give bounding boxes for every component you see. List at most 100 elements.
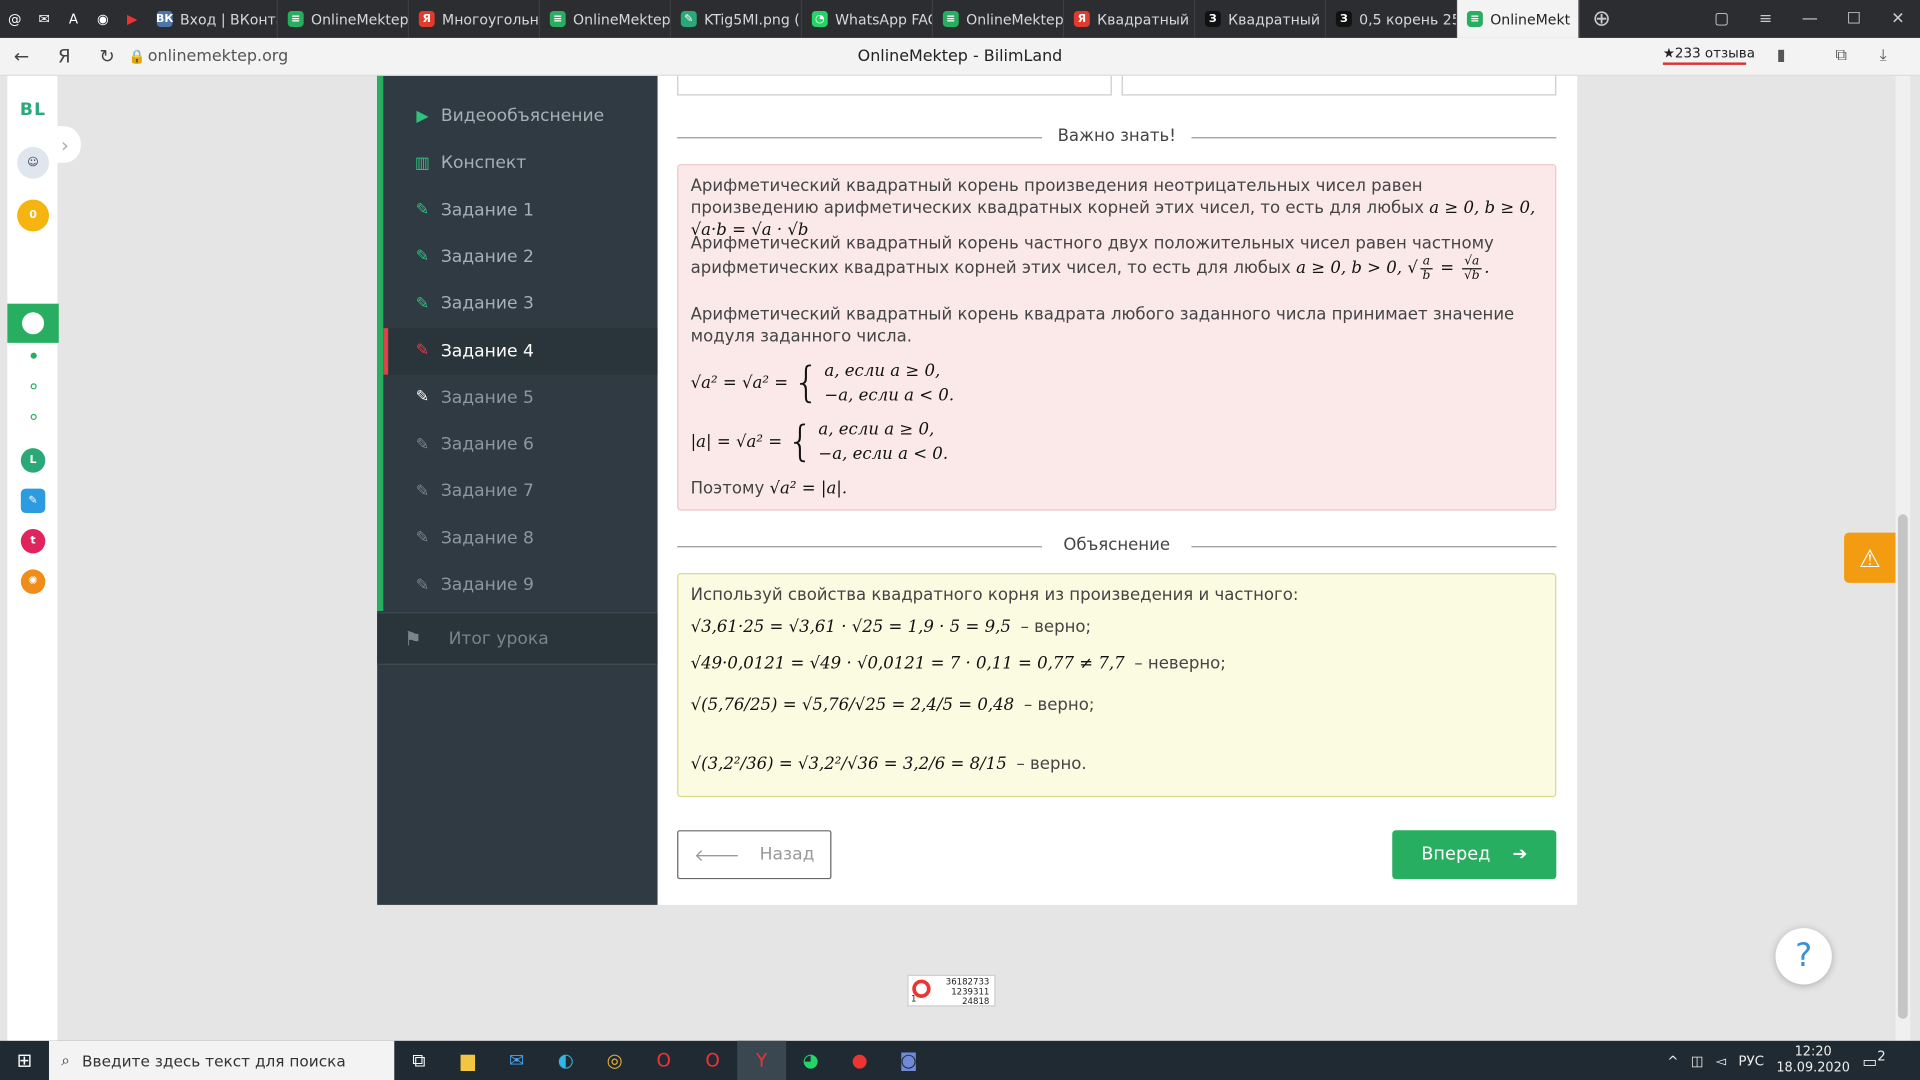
browser-tab[interactable]: ≡ OnlineMektep	[933, 0, 1065, 38]
whatsapp-icon[interactable]: ◕	[786, 1041, 835, 1080]
youtube-icon[interactable]: ▶	[118, 0, 147, 38]
browser-tab[interactable]: ✎ KTig5MI.png (	[671, 0, 803, 38]
page-scrollbar[interactable]	[1895, 75, 1911, 1041]
tab-label: Квадратный к	[1097, 10, 1196, 28]
sidebar-item-task-3[interactable]: ✎ Задание 3	[383, 281, 657, 328]
url-field[interactable]: onlinemektep.org	[148, 47, 288, 65]
chevron-up-icon[interactable]: ^	[1667, 1052, 1678, 1068]
yandex-browser-icon[interactable]: Y	[737, 1040, 787, 1080]
section-heading: Важно знать!	[1057, 126, 1176, 146]
browser-tab[interactable]: З 0,5 корень 25(	[1326, 0, 1458, 38]
answer-option-box[interactable]	[677, 75, 1112, 96]
sidebar-item-summary[interactable]: ▥ Конспект	[383, 140, 657, 187]
favicon-icon: ≡	[287, 11, 304, 27]
bookmark-icon[interactable]: ▮	[1777, 47, 1786, 65]
sidebar-item-task-8[interactable]: ✎ Задание 8	[383, 515, 657, 562]
recorder-icon[interactable]: ●	[835, 1041, 884, 1080]
opera-gx-icon[interactable]: O	[688, 1041, 737, 1080]
sidebar-item-task-1[interactable]: ✎ Задание 1	[383, 187, 657, 234]
explanation-verdict: – неверно;	[1134, 653, 1226, 674]
opera-app-icon[interactable]: O	[639, 1041, 688, 1080]
sidebar-item-task-7[interactable]: ✎ Задание 7	[383, 468, 657, 515]
next-button[interactable]: Вперед ➔	[1392, 830, 1557, 880]
sidebar-item-task-4[interactable]: ✎ Задание 4	[383, 327, 658, 375]
download-icon[interactable]: ⤓	[1880, 47, 1887, 65]
new-tab-icon[interactable]: ⊕	[1580, 0, 1624, 38]
arrow-right-icon: ➔	[1512, 844, 1528, 865]
help-icon[interactable]: ?	[1775, 928, 1832, 985]
minimize-icon[interactable]: —	[1788, 0, 1832, 38]
explanation-line: √(5,76/25) = √5,76/√25 = 2,4/5 = 0,48 – в…	[691, 694, 1543, 716]
twig-app-icon[interactable]: t	[7, 528, 58, 554]
left-rail: BL ☺ 0 L ✎ t ✺	[7, 75, 59, 1041]
opera-icon[interactable]: ◉	[88, 0, 117, 38]
sidebar-item-task-9[interactable]: ✎ Задание 9	[383, 562, 657, 609]
yandex-icon[interactable]: Я	[43, 45, 86, 67]
language-indicator[interactable]: РУС	[1738, 1052, 1764, 1068]
bookmarks-icon[interactable]: ▢	[1700, 0, 1744, 38]
tab-label: Квадратный к	[1228, 10, 1327, 28]
mail-app-icon[interactable]: ✉	[492, 1041, 541, 1080]
gmail-icon[interactable]: ✉	[29, 0, 58, 38]
rail-collapse-chevron-icon[interactable]: ›	[48, 126, 81, 163]
visit-counter[interactable]: 36182733 1239311 24818 1	[907, 974, 996, 1007]
edit-icon: ✎	[415, 576, 430, 595]
sidebar-item-task-5[interactable]: ✎ Задание 5	[383, 374, 657, 421]
browser-tab-active[interactable]: ≡ OnlineMekt ×	[1457, 0, 1580, 38]
maximize-icon[interactable]: ☐	[1832, 0, 1876, 38]
volume-icon[interactable]: ◅	[1716, 1052, 1726, 1068]
extensions-icon[interactable]: ⧉	[1836, 47, 1847, 65]
clock[interactable]: 12:20 18.09.2020	[1776, 1044, 1850, 1076]
sidebar-item-label: Задание 3	[440, 294, 534, 314]
windows-start-icon[interactable]: ⊞	[0, 1041, 49, 1080]
browser-tab[interactable]: Я Многоугольни	[409, 0, 541, 38]
task-view-icon[interactable]: ⧉	[394, 1041, 443, 1080]
bilimland-app-icon[interactable]: L	[7, 448, 58, 473]
browser-tab[interactable]: ВК Вход | ВКонта	[147, 0, 278, 38]
browser-tab[interactable]: ≡ OnlineMektep	[540, 0, 672, 38]
network-icon[interactable]: ◫	[1691, 1052, 1704, 1068]
tab-label: Вход | ВКонта	[180, 10, 278, 28]
favicon-icon: ✎	[680, 11, 697, 27]
chrome-icon[interactable]: ◎	[590, 1041, 639, 1080]
reviews-badge[interactable]: ★233 отзыва	[1662, 45, 1755, 65]
answer-option-box[interactable]	[1121, 75, 1557, 96]
coins-badge[interactable]: 0	[7, 199, 58, 232]
browser-tab[interactable]: Я Квадратный к	[1064, 0, 1196, 38]
app-icon-blue[interactable]: ✎	[7, 488, 58, 514]
sidebar-item-task-2[interactable]: ✎ Задание 2	[383, 234, 657, 281]
rail-active-app-icon[interactable]	[7, 303, 59, 343]
lesson-sidebar: ▶ Видеообъяснение ▥ Конспект ✎ Задание 1 ✎ Зада…	[377, 75, 658, 905]
edit-icon: ✎	[415, 388, 430, 407]
edge-icon[interactable]: ◐	[541, 1041, 590, 1080]
conclusion-text: Поэтому √a² = |a|.	[690, 478, 848, 499]
tab-label: KTig5MI.png (	[704, 10, 800, 28]
bilimland-logo[interactable]: BL	[7, 100, 58, 120]
report-problem-icon[interactable]: ⚠	[1844, 532, 1896, 583]
notifications-icon[interactable]: ▭2	[1862, 1049, 1885, 1073]
quotient-rule-formula: a ≥ 0, b > 0,	[1296, 258, 1403, 278]
close-window-icon[interactable]: ✕	[1876, 0, 1920, 38]
sidebar-item-lesson-summary[interactable]: ⚑ Итог урока	[377, 612, 658, 665]
back-arrow-icon[interactable]: ←	[0, 45, 43, 67]
explanation-line: √49·0,0121 = √49 · √0,0121 = 7 · 0,11 = …	[691, 653, 1543, 675]
mail-icon[interactable]: @	[0, 0, 29, 38]
discord-icon[interactable]: ◙	[884, 1041, 933, 1080]
back-button[interactable]: 🡐 Назад	[677, 830, 832, 880]
file-explorer-icon[interactable]: ▆	[443, 1041, 492, 1080]
sidebar-item-label: Задание 1	[440, 200, 534, 220]
taskbar-search-input[interactable]: ⌕ Введите здесь текст для поиска	[48, 1040, 395, 1080]
favicon-icon: ◔	[811, 11, 828, 27]
font-icon[interactable]: A	[59, 0, 88, 38]
sidebar-item-video[interactable]: ▶ Видеообъяснение	[383, 93, 657, 140]
app-icon-orange[interactable]: ✺	[7, 569, 58, 594]
favicon-icon: З	[1204, 11, 1221, 27]
menu-icon[interactable]: ≡	[1744, 0, 1788, 38]
browser-tab[interactable]: ◔ WhatsApp FAC	[802, 0, 934, 38]
browser-tab[interactable]: ≡ OnlineMektep	[278, 0, 409, 38]
browser-tab[interactable]: З Квадратный к	[1195, 0, 1327, 38]
explanation-formula: √49·0,0121 = √49 · √0,0121 = 7 · 0,11 = …	[690, 653, 1125, 674]
sidebar-item-task-6[interactable]: ✎ Задание 6	[383, 421, 657, 468]
reload-icon[interactable]: ↻	[86, 45, 129, 67]
favicon-icon: ≡	[549, 11, 566, 27]
